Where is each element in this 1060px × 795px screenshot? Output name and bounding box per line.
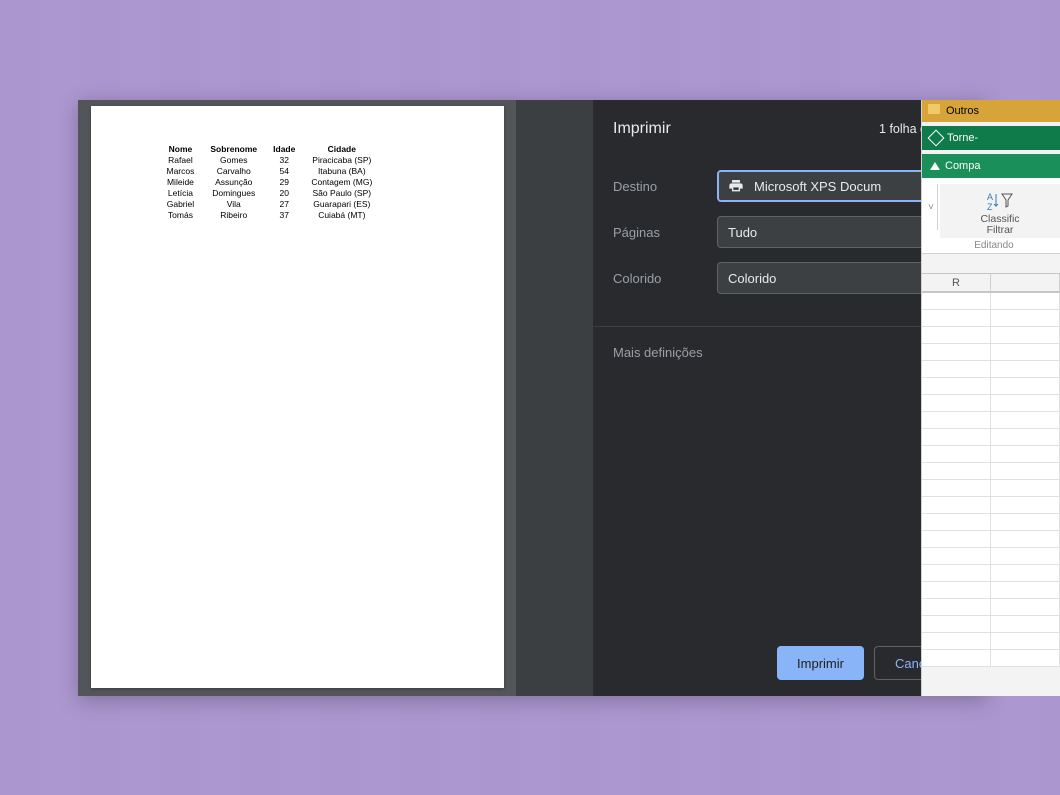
excel-row[interactable] [922, 463, 1060, 480]
table-cell: Itabuna (BA) [303, 166, 380, 177]
table-cell: Cuiabá (MT) [303, 210, 380, 221]
table-header: Nome [159, 144, 203, 155]
color-label: Colorido [613, 271, 717, 286]
table-row: MarcosCarvalho54Itabuna (BA) [159, 166, 381, 177]
editing-group-label: Editando [928, 238, 1060, 253]
excel-share-button[interactable]: Compa [922, 154, 1060, 178]
filter-label: Filtrar [944, 225, 1056, 236]
bookmark-folder[interactable]: Outros [922, 100, 1060, 122]
excel-row[interactable] [922, 514, 1060, 531]
table-cell: 27 [265, 199, 303, 210]
pages-value: Tudo [728, 225, 757, 240]
excel-row[interactable] [922, 412, 1060, 429]
table-row: TomásRibeiro37Cuiabá (MT) [159, 210, 381, 221]
preview-table: NomeSobrenomeIdadeCidade RafaelGomes32Pi… [159, 144, 381, 221]
table-row: RafaelGomes32Piracicaba (SP) [159, 155, 381, 166]
more-settings-label: Mais definições [613, 345, 703, 360]
pages-label: Páginas [613, 225, 717, 240]
table-cell: Rafael [159, 155, 203, 166]
table-cell: Contagem (MG) [303, 177, 380, 188]
table-cell: 37 [265, 210, 303, 221]
column-header-blank[interactable] [991, 274, 1060, 291]
print-preview-area[interactable]: NomeSobrenomeIdadeCidade RafaelGomes32Pi… [78, 100, 516, 696]
table-cell: Gabriel [159, 199, 203, 210]
svg-text:Z: Z [987, 202, 993, 212]
excel-row[interactable] [922, 344, 1060, 361]
excel-row[interactable] [922, 548, 1060, 565]
excel-row[interactable] [922, 650, 1060, 667]
excel-row[interactable] [922, 395, 1060, 412]
print-dialog-window: NomeSobrenomeIdadeCidade RafaelGomes32Pi… [78, 100, 988, 696]
excel-premium-button[interactable]: Torne- [922, 126, 1060, 150]
table-cell: Gomes [202, 155, 265, 166]
table-header: Cidade [303, 144, 380, 155]
panel-title: Imprimir [613, 120, 671, 138]
table-cell: 20 [265, 188, 303, 199]
table-cell: Marcos [159, 166, 203, 177]
share-icon [930, 162, 940, 170]
excel-torne-label: Torne- [947, 132, 978, 144]
table-cell: São Paulo (SP) [303, 188, 380, 199]
excel-row[interactable] [922, 633, 1060, 650]
excel-share-label: Compa [945, 160, 980, 172]
svg-text:A: A [987, 192, 993, 202]
print-button[interactable]: Imprimir [777, 646, 864, 680]
printer-icon [728, 178, 744, 194]
excel-row[interactable] [922, 582, 1060, 599]
excel-row[interactable] [922, 497, 1060, 514]
excel-row[interactable] [922, 599, 1060, 616]
preview-gutter [516, 100, 593, 696]
excel-row[interactable] [922, 361, 1060, 378]
excel-background-strip: Outros Torne- Compa ˅ A Z Classific Filt… [921, 100, 1060, 696]
excel-row[interactable] [922, 565, 1060, 582]
ribbon-bar: ˅ A Z Classific Filtrar Editando [922, 178, 1060, 254]
excel-row[interactable] [922, 327, 1060, 344]
excel-row[interactable] [922, 446, 1060, 463]
excel-row[interactable] [922, 429, 1060, 446]
table-cell: 29 [265, 177, 303, 188]
excel-row[interactable] [922, 480, 1060, 497]
color-value: Colorido [728, 271, 776, 286]
table-header: Idade [265, 144, 303, 155]
table-cell: Assunção [202, 177, 265, 188]
table-cell: Domingues [202, 188, 265, 199]
excel-row[interactable] [922, 310, 1060, 327]
excel-row[interactable] [922, 531, 1060, 548]
table-cell: Ribeiro [202, 210, 265, 221]
destination-label: Destino [613, 179, 717, 194]
excel-row[interactable] [922, 293, 1060, 310]
table-row: LetíciaDomingues20São Paulo (SP) [159, 188, 381, 199]
table-cell: Tomás [159, 210, 203, 221]
table-cell: Guarapari (ES) [303, 199, 380, 210]
bookmark-label: Outros [946, 105, 979, 117]
excel-row[interactable] [922, 616, 1060, 633]
destination-value: Microsoft XPS Docum [754, 179, 881, 194]
table-cell: 54 [265, 166, 303, 177]
table-row: GabrielVila27Guarapari (ES) [159, 199, 381, 210]
page-preview: NomeSobrenomeIdadeCidade RafaelGomes32Pi… [91, 106, 504, 688]
table-row: MileideAssunção29Contagem (MG) [159, 177, 381, 188]
table-cell: 32 [265, 155, 303, 166]
excel-grid[interactable] [922, 292, 1060, 667]
excel-row[interactable] [922, 378, 1060, 395]
table-cell: Piracicaba (SP) [303, 155, 380, 166]
sort-filter-icon[interactable]: A Z [985, 190, 1015, 212]
excel-column-headers: R [922, 274, 1060, 292]
table-cell: Vila [202, 199, 265, 210]
table-header: Sobrenome [202, 144, 265, 155]
table-cell: Mileide [159, 177, 203, 188]
table-cell: Letícia [159, 188, 203, 199]
table-cell: Carvalho [202, 166, 265, 177]
diamond-icon [928, 130, 945, 147]
column-header-r[interactable]: R [922, 274, 991, 291]
